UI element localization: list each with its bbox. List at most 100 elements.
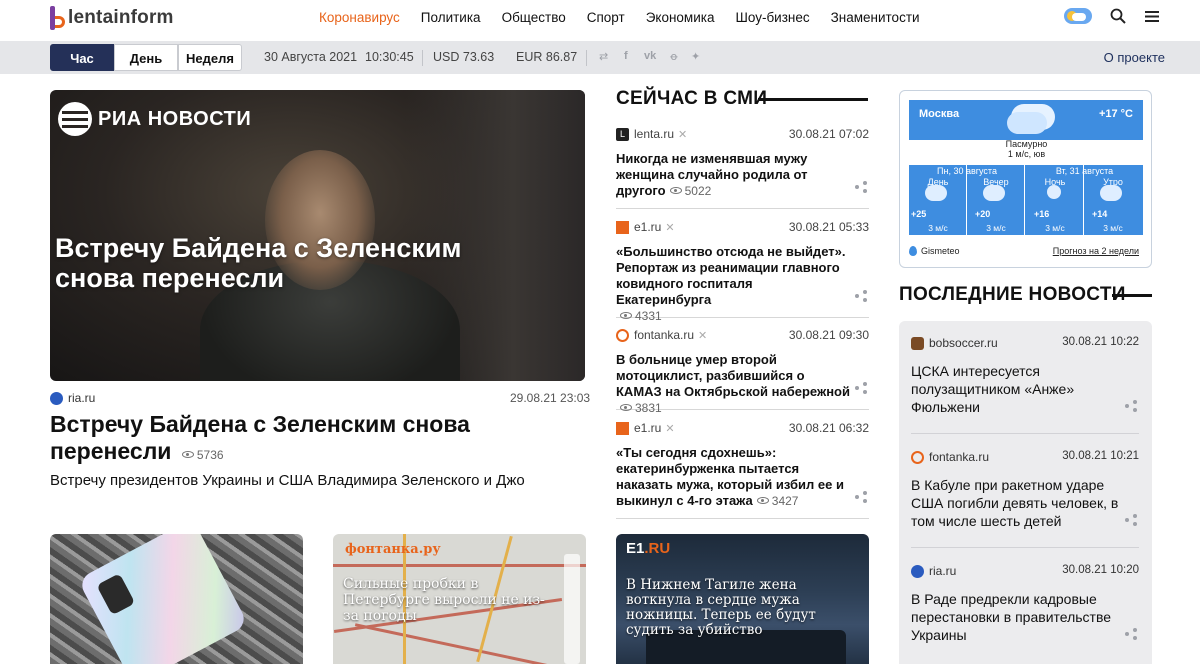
hero-title[interactable]: Встречу Байдена с Зеленским снова перене… [50,411,570,469]
nav-item-coronavirus[interactable]: Коронавирус [319,10,400,25]
eye-icon [620,404,632,412]
news-source: fontanka.ru ✕ [616,328,707,342]
nav-item-showbiz[interactable]: Шоу-бизнес [735,10,809,25]
cloud-icon [1007,112,1047,134]
news-item[interactable]: fontanka.ru ✕ 30.08.21 09:30 В больнице у… [616,328,869,415]
latest-item[interactable]: ria.ru 30.08.21 10:20 В Раде предрекли к… [911,564,1139,654]
fontanka-logo: фонтанка.ру [345,542,441,557]
latest-date: 30.08.21 10:21 [1062,450,1139,462]
news-title: «Ты сегодня сдохнешь»: екатеринбурженка … [616,445,851,509]
moon-icon [1047,185,1061,199]
main-nav: Коронавирус Политика Общество Спорт Экон… [319,10,941,25]
current-date: 30 Августа 2021 [264,50,358,64]
close-icon[interactable]: ✕ [698,329,707,342]
latest-source-label: bobsoccer.ru [929,336,998,350]
latest-item[interactable]: bobsoccer.ru 30.08.21 10:22 ЦСКА интерес… [911,336,1139,426]
weather-wind: 1 м/с, юв [1007,149,1046,159]
thumb-card-crime[interactable]: E1.RU В Нижнем Тагиле жена воткнула в се… [616,534,869,664]
lenta-icon: L [616,127,629,141]
gismeteo-link[interactable]: Gismeteo [909,246,960,256]
weather-toggle-icon[interactable] [1064,8,1092,24]
latest-news-title: ПОСЛЕДНИЕ НОВОСТИ [899,284,1126,305]
news-item[interactable]: L lenta.ru ✕ 30.08.21 07:02 Никогда не из… [616,127,869,209]
latest-title: В Раде предрекли кадровые перестановки в… [911,591,1112,643]
share-icon[interactable] [855,382,867,394]
hero-lead[interactable]: Встречу президентов Украины и США Владим… [50,472,525,489]
cloud-sun-icon [1100,185,1122,201]
logo-mark-icon [50,6,66,30]
provider-label: Gismeteo [921,246,960,256]
tab-day[interactable]: День [114,44,178,71]
eye-icon [620,312,632,320]
cloud-rain-icon [983,185,1005,201]
map-road [333,564,586,567]
hero-source[interactable]: ria.ru [50,391,95,405]
thumb-card-traffic[interactable]: фонтанка.ру Сильные пробки в Петербурге … [333,534,586,664]
hero-source-label: ria.ru [68,391,96,405]
nav-item-sport[interactable]: Спорт [587,10,625,25]
close-icon[interactable]: ✕ [665,422,674,435]
nav-item-celebrities[interactable]: Знаменитости [831,10,920,25]
info-toolbar: Час День Неделя 30 Августа 2021 10:30:45… [0,41,1200,74]
news-views: 3831 [616,401,662,415]
latest-source-label: ria.ru [929,564,957,578]
nav-item-politics[interactable]: Политика [421,10,481,25]
thumb-card-phone[interactable] [50,534,303,664]
odnoklassniki-icon[interactable]: ꝋ [670,50,678,63]
weather-now: Москва +17 °C [909,100,1143,140]
facebook-icon[interactable]: f [624,50,628,62]
bobsoccer-icon [911,336,924,350]
nav-item-economy[interactable]: Экономика [646,10,715,25]
vk-icon[interactable]: vk [644,50,656,62]
share-icon[interactable] [855,290,867,302]
news-item[interactable]: e1.ru ✕ 30.08.21 06:32 «Ты сегодня сдохне… [616,421,869,519]
forecast-wind: 3 м/с [1103,223,1123,233]
cloud-rain-icon [925,185,947,201]
search-icon[interactable] [1110,8,1126,24]
site-logo[interactable]: lentainform [50,4,174,32]
share-icon[interactable] [855,491,867,503]
map-controls [564,554,580,664]
share-icon[interactable] [1125,400,1137,412]
latest-item[interactable]: fontanka.ru 30.08.21 10:21 В Кабуле при … [911,450,1139,540]
hero-image-caption: Встречу Байдена с Зеленским снова перене… [55,233,462,293]
about-link[interactable]: О проекте [1104,50,1165,65]
usd-rate: USD 73.63 [433,50,495,64]
news-views-count: 3427 [771,494,799,508]
news-title-text: «Большинство отсюда не выйдет». Репортаж… [616,244,846,307]
share-icon[interactable] [855,181,867,193]
e1-logo-a: E1 [626,540,645,557]
news-date: 30.08.21 06:32 [788,421,869,435]
news-item[interactable]: e1.ru ✕ 30.08.21 05:33 «Большинство отсюд… [616,220,869,323]
twitter-icon[interactable]: ✦ [691,50,700,63]
tab-week[interactable]: Неделя [178,44,242,71]
divider [911,433,1139,434]
news-views-count: 3831 [635,401,662,415]
forecast-2weeks-link[interactable]: Прогноз на 2 недели [1053,246,1139,256]
share-generic-icon[interactable]: ⇄ [599,50,608,63]
news-date: 30.08.21 07:02 [788,127,869,141]
share-icon[interactable] [1125,514,1137,526]
news-title-text: Никогда не изменявшая мужу женщина случа… [616,151,808,198]
news-title-text: «Ты сегодня сдохнешь»: екатеринбурженка … [616,445,844,508]
e1-icon [616,421,629,435]
weather-widget[interactable]: Москва +17 °C Пасмурно 1 м/с, юв Пн, 30 … [899,90,1152,268]
news-source: L lenta.ru ✕ [616,127,687,141]
nav-item-society[interactable]: Общество [502,10,566,25]
close-icon[interactable]: ✕ [665,221,674,234]
news-views: 4331 [616,309,662,323]
ria-globe-icon [58,102,92,136]
map-road [354,623,552,664]
tab-hour[interactable]: Час [50,44,114,71]
share-icon[interactable] [1125,628,1137,640]
menu-icon[interactable] [1144,9,1160,23]
close-icon[interactable]: ✕ [678,128,687,141]
forecast-wind: 3 м/с [1045,223,1065,233]
hero-views: 5736 [178,448,224,462]
hero-image[interactable]: РИА НОВОСТИ Встречу Байдена с Зеленским … [50,90,585,381]
news-source-label: lenta.ru [634,127,675,141]
ria-source-icon [911,564,924,578]
ria-logo-text: РИА НОВОСТИ [98,107,252,130]
forecast-part: Утро +14 3 м/с [1084,165,1142,235]
forecast-part: Ночь +16 3 м/с [1026,165,1084,235]
